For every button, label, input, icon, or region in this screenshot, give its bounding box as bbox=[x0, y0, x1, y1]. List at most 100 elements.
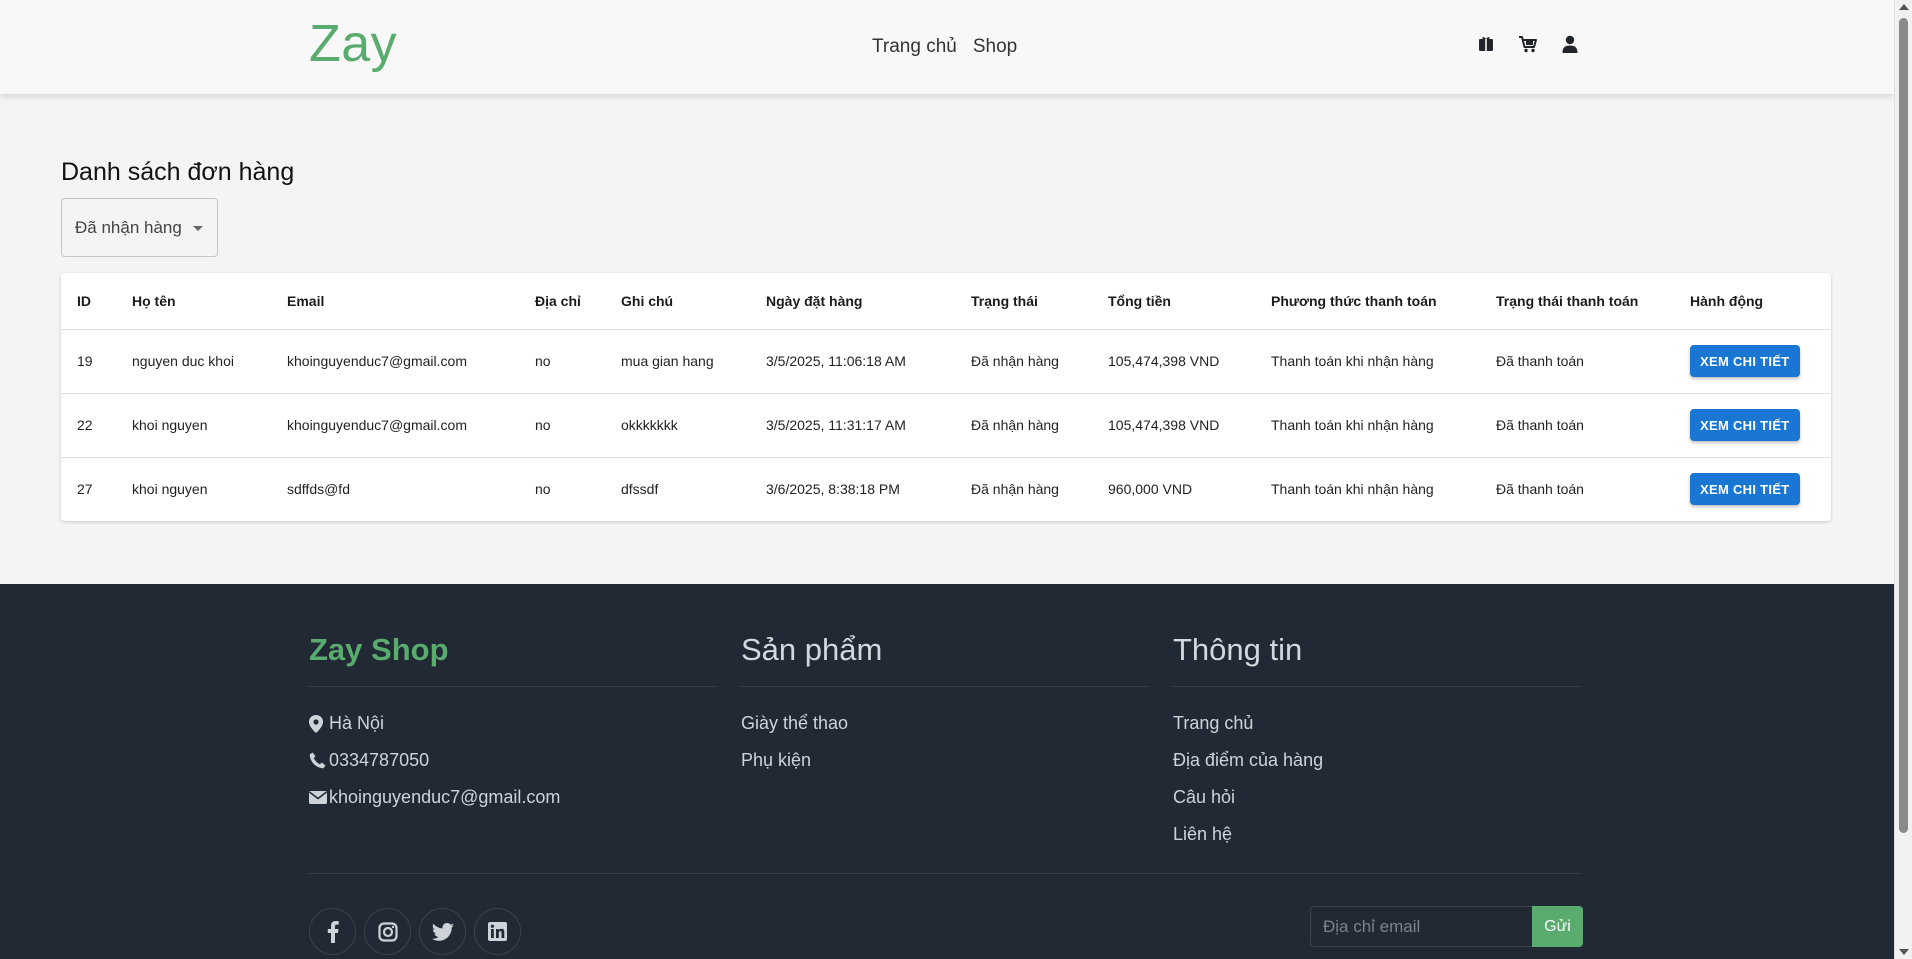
cell-date: 3/5/2025, 11:06:18 AM bbox=[750, 329, 955, 394]
footer-info-column: Thông tin Trang chủ Địa điểm của hàng Câ… bbox=[1173, 632, 1581, 853]
column-header: ID bbox=[61, 273, 116, 330]
cell-name: nguyen duc khoi bbox=[116, 329, 271, 394]
filter-selected-value: Đã nhận hàng bbox=[75, 217, 182, 237]
footer-link-store-location[interactable]: Địa điểm của hàng bbox=[1173, 742, 1581, 779]
twitter-icon[interactable] bbox=[419, 908, 466, 955]
cell-payment-method: Thanh toán khi nhận hàng bbox=[1255, 329, 1480, 394]
mail-icon bbox=[309, 791, 329, 804]
cell-id: 27 bbox=[77, 481, 93, 498]
cell-address: no bbox=[535, 481, 551, 498]
footer-link-contact[interactable]: Liên hệ bbox=[1173, 816, 1581, 853]
cell-payment-status: Đã thanh toán bbox=[1480, 393, 1674, 458]
cell-action: XEM CHI TIẾT bbox=[1674, 329, 1831, 394]
view-detail-button[interactable]: XEM CHI TIẾT bbox=[1690, 473, 1800, 506]
cell-note: mua gian hang bbox=[605, 329, 750, 394]
caret-down-icon bbox=[193, 226, 203, 231]
column-header: Email bbox=[271, 273, 519, 330]
table-row: 22 khoi nguyen khoinguyenduc7@gmail.com … bbox=[61, 393, 1831, 458]
user-icon[interactable] bbox=[1560, 34, 1580, 54]
view-detail-button[interactable]: XEM CHI TIẾT bbox=[1690, 409, 1800, 441]
page-title: Danh sách đơn hàng bbox=[61, 158, 295, 186]
cell-payment-method: Thanh toán khi nhận hàng bbox=[1271, 481, 1434, 498]
newsletter-form: Gửi bbox=[1310, 906, 1583, 947]
facebook-icon[interactable] bbox=[309, 908, 356, 955]
cell-id: 22 bbox=[61, 393, 116, 458]
footer-phone-text: 0334787050 bbox=[329, 750, 430, 770]
cell-payment-method: Thanh toán khi nhận hàng bbox=[1255, 393, 1480, 458]
linkedin-icon[interactable] bbox=[474, 908, 521, 955]
nav-link-home[interactable]: Trang chủ bbox=[872, 36, 957, 58]
table-row: 19 nguyen duc khoi khoinguyenduc7@gmail.… bbox=[61, 329, 1831, 394]
social-links bbox=[309, 908, 521, 955]
column-header: Ghi chú bbox=[605, 273, 750, 330]
footer-email-text: khoinguyenduc7@gmail.com bbox=[329, 787, 561, 807]
orders-table: ID Họ tên Email Địa chỉ Ghi chú Ngày đặt… bbox=[61, 273, 1831, 521]
footer-contact-phone: 0334787050 bbox=[309, 742, 717, 779]
footer-brand: Zay Shop bbox=[309, 632, 717, 687]
nav-icons bbox=[1476, 34, 1580, 54]
view-detail-button[interactable]: XEM CHI TIẾT bbox=[1690, 345, 1800, 377]
top-navbar: Zay Trang chủ Shop bbox=[0, 0, 1894, 94]
column-header: Ngày đặt hàng bbox=[750, 273, 955, 330]
footer-products-column: Sản phẩm Giày thể thao Phụ kiện bbox=[741, 632, 1149, 779]
logo[interactable]: Zay bbox=[309, 14, 397, 74]
table-row: 27 khoi nguyen sdffds@fd no dfssdf 3/6/2… bbox=[61, 457, 1831, 521]
column-header: Tổng tiền bbox=[1092, 273, 1255, 330]
cell-email: khoinguyenduc7@gmail.com bbox=[271, 393, 519, 458]
cell-status: Đã nhận hàng bbox=[955, 393, 1092, 458]
main-nav: Trang chủ Shop bbox=[872, 36, 1017, 58]
cell-email: sdffds@fd bbox=[287, 481, 350, 498]
footer-info-title: Thông tin bbox=[1173, 632, 1581, 687]
cell-status: Đã nhận hàng bbox=[955, 329, 1092, 394]
cell-address: no bbox=[519, 393, 605, 458]
cell-email: khoinguyenduc7@gmail.com bbox=[271, 329, 519, 394]
cart-icon[interactable] bbox=[1518, 34, 1538, 54]
footer-link-home[interactable]: Trang chủ bbox=[1173, 705, 1581, 742]
page-scrollbar[interactable] bbox=[1894, 0, 1912, 959]
scroll-up-arrow-icon[interactable] bbox=[1899, 4, 1909, 10]
cell-total: 960,000 VND bbox=[1108, 481, 1193, 498]
cell-action: XEM CHI TIẾT bbox=[1674, 393, 1831, 458]
column-header: Trạng thái thanh toán bbox=[1480, 273, 1674, 330]
cell-payment-status: Đã thanh toán bbox=[1496, 481, 1584, 498]
cell-payment-status: Đã thanh toán bbox=[1480, 329, 1674, 394]
footer-link-accessories[interactable]: Phụ kiện bbox=[741, 742, 1149, 779]
cell-address: no bbox=[519, 329, 605, 394]
cell-status: Đã nhận hàng bbox=[971, 481, 1059, 498]
table-header-row: ID Họ tên Email Địa chỉ Ghi chú Ngày đặt… bbox=[61, 273, 1831, 330]
column-header: Phương thức thanh toán bbox=[1255, 273, 1480, 330]
newsletter-submit-button[interactable]: Gửi bbox=[1532, 906, 1583, 947]
footer-divider bbox=[309, 873, 1581, 874]
order-status-filter-select[interactable]: Đã nhận hàng bbox=[61, 198, 218, 257]
scrollbar-thumb[interactable] bbox=[1899, 18, 1908, 833]
footer-link-sneakers[interactable]: Giày thể thao bbox=[741, 705, 1149, 742]
column-header: Hành động bbox=[1674, 273, 1831, 330]
phone-icon bbox=[309, 752, 329, 769]
site-footer: Zay Shop Hà Nội 0334787050 khoinguyenduc… bbox=[0, 584, 1894, 959]
cell-note: dfssdf bbox=[621, 481, 659, 498]
nav-link-shop[interactable]: Shop bbox=[973, 36, 1017, 58]
location-icon bbox=[309, 714, 329, 733]
footer-link-faq[interactable]: Câu hỏi bbox=[1173, 779, 1581, 816]
footer-products-title: Sản phẩm bbox=[741, 632, 1149, 687]
footer-location-text: Hà Nội bbox=[329, 713, 385, 733]
footer-contact-email: khoinguyenduc7@gmail.com bbox=[309, 779, 717, 816]
cell-name: khoi nguyen bbox=[132, 481, 208, 498]
column-header: Họ tên bbox=[116, 273, 271, 330]
column-header: Trạng thái bbox=[955, 273, 1092, 330]
cell-date: 3/5/2025, 11:31:17 AM bbox=[750, 393, 955, 458]
scroll-down-arrow-icon[interactable] bbox=[1899, 949, 1909, 955]
cell-total: 105,474,398 VND bbox=[1092, 393, 1255, 458]
cell-name: khoi nguyen bbox=[116, 393, 271, 458]
column-header: Địa chỉ bbox=[519, 273, 605, 330]
gift-icon[interactable] bbox=[1476, 34, 1496, 54]
footer-brand-column: Zay Shop Hà Nội 0334787050 khoinguyenduc… bbox=[309, 632, 717, 816]
cell-date: 3/6/2025, 8:38:18 PM bbox=[766, 481, 900, 498]
cell-id: 19 bbox=[61, 329, 116, 394]
instagram-icon[interactable] bbox=[364, 908, 411, 955]
cell-note: okkkkkkk bbox=[605, 393, 750, 458]
newsletter-email-input[interactable] bbox=[1310, 906, 1532, 947]
footer-contact-location: Hà Nội bbox=[309, 705, 717, 742]
cell-action: XEM CHI TIẾT bbox=[1674, 457, 1831, 521]
cell-total: 105,474,398 VND bbox=[1092, 329, 1255, 394]
